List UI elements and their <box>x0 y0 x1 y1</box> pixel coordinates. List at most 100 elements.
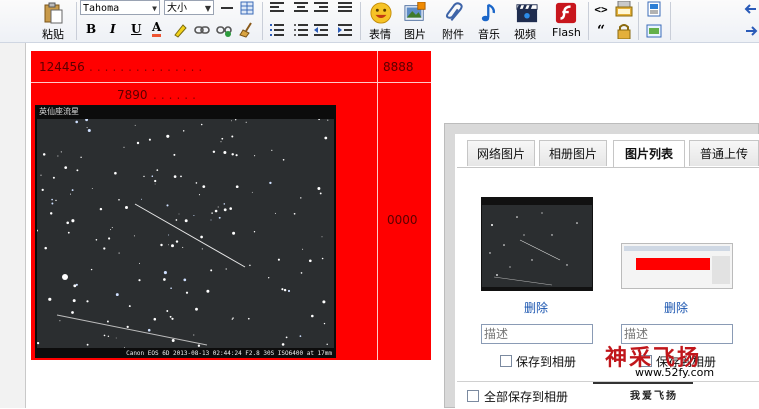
table-cell-a1[interactable]: 124456 <box>39 60 85 74</box>
emoticon-button[interactable]: 表情 <box>364 0 398 42</box>
indent-button[interactable] <box>338 24 352 36</box>
table-button[interactable] <box>238 0 256 16</box>
table-cell-a2[interactable]: 7890 <box>117 88 148 102</box>
hidden-content-button[interactable] <box>614 22 634 40</box>
font-size-value: 大小 <box>167 3 187 14</box>
ordered-list-button[interactable] <box>270 24 284 36</box>
horizontal-rule-icon <box>221 7 233 9</box>
star <box>40 174 42 176</box>
star <box>90 268 93 271</box>
star <box>151 175 154 177</box>
quote-button[interactable]: “ <box>592 22 610 40</box>
star <box>311 314 314 318</box>
image-description-input[interactable] <box>481 324 593 344</box>
image-button[interactable]: 图片 <box>400 0 434 42</box>
paste-button[interactable]: 粘贴 <box>36 2 70 41</box>
table-cell-b2[interactable]: 0000 <box>387 213 418 227</box>
justify-button[interactable] <box>338 2 352 14</box>
save-all-checkbox[interactable] <box>467 390 479 402</box>
undo-button[interactable] <box>743 0 759 18</box>
bold-button[interactable]: B <box>86 22 96 36</box>
star <box>182 246 184 248</box>
redo-button[interactable] <box>743 22 759 40</box>
star <box>231 135 234 138</box>
image-label: 图片 <box>404 28 426 41</box>
flash-label: Flash <box>552 26 581 39</box>
font-color-button[interactable]: A <box>152 20 162 37</box>
star <box>48 297 52 301</box>
star <box>156 169 159 171</box>
star <box>123 146 125 148</box>
video-button[interactable]: 视频 <box>510 0 544 42</box>
star <box>86 300 89 303</box>
star <box>223 203 226 205</box>
star <box>115 293 119 297</box>
starry-sky-image <box>36 118 334 349</box>
star <box>201 248 203 250</box>
star <box>118 252 120 254</box>
align-right-button[interactable] <box>314 2 328 14</box>
underline-button[interactable]: U <box>131 22 141 36</box>
image-list-thumb[interactable] <box>481 197 593 291</box>
indent-icon <box>338 24 352 36</box>
code-button[interactable]: <> <box>592 0 610 18</box>
font-family-select[interactable]: Tahoma ▼ <box>80 0 160 15</box>
table-cell-a1-dots: ............... <box>89 60 207 74</box>
free-tag-button[interactable] <box>614 0 634 18</box>
star <box>218 216 221 219</box>
star <box>200 123 203 126</box>
star <box>211 212 213 214</box>
tab-album-image[interactable]: 相册图片 <box>539 140 607 166</box>
tab-image-list[interactable]: 图片列表 <box>613 140 685 168</box>
star <box>214 209 218 213</box>
star <box>51 202 54 205</box>
star <box>184 219 188 223</box>
star <box>166 204 169 207</box>
unordered-list-button[interactable] <box>294 24 308 36</box>
star <box>143 175 145 178</box>
align-center-button[interactable] <box>294 2 308 14</box>
flash-button[interactable]: Flash <box>548 0 584 42</box>
font-size-select[interactable]: 大小 ▼ <box>164 0 214 15</box>
delete-image-link[interactable]: 删除 <box>524 299 548 316</box>
clapperboard-icon <box>516 4 538 23</box>
tab-normal-upload[interactable]: 普通上传 <box>689 140 759 166</box>
embedded-photo[interactable]: 英仙座流星 Canon EOS 6D 2013-08-13 02:44:24 F… <box>35 105 336 358</box>
outdent-button[interactable] <box>314 24 328 36</box>
page-button[interactable] <box>644 0 664 18</box>
clear-format-button[interactable] <box>238 22 256 38</box>
horizontal-rule-button[interactable] <box>218 0 236 16</box>
tab-web-image[interactable]: 网络图片 <box>467 140 535 166</box>
image-list-thumb[interactable] <box>621 197 733 291</box>
delete-image-link[interactable]: 删除 <box>664 299 688 316</box>
star <box>138 262 141 264</box>
music-label: 音乐 <box>478 28 500 41</box>
toolbar-separator <box>262 2 263 40</box>
star <box>76 169 79 172</box>
star <box>231 153 234 156</box>
attachment-button[interactable]: 附件 <box>438 0 472 42</box>
broom-icon <box>239 22 252 38</box>
star <box>52 176 55 179</box>
star <box>36 229 38 232</box>
align-left-button[interactable] <box>270 2 284 14</box>
lock-icon <box>617 24 631 39</box>
unlink-icon <box>216 26 232 37</box>
link-button[interactable] <box>193 22 211 38</box>
free-tag-icon <box>615 1 633 17</box>
quote-icon: “ <box>596 23 606 39</box>
star <box>71 219 75 223</box>
star <box>197 344 201 347</box>
star <box>168 234 170 236</box>
star <box>141 198 142 200</box>
thumb-toolbar <box>624 246 730 251</box>
music-button[interactable]: 音乐 <box>474 0 508 42</box>
star <box>166 134 170 138</box>
italic-button[interactable]: I <box>110 22 116 36</box>
star <box>107 335 110 337</box>
highlight-button[interactable] <box>171 22 189 38</box>
unlink-button[interactable] <box>215 22 233 38</box>
save-to-album-checkbox[interactable] <box>500 355 512 367</box>
table-cell-b1[interactable]: 8888 <box>383 60 414 74</box>
insert-module-button[interactable] <box>644 22 664 40</box>
